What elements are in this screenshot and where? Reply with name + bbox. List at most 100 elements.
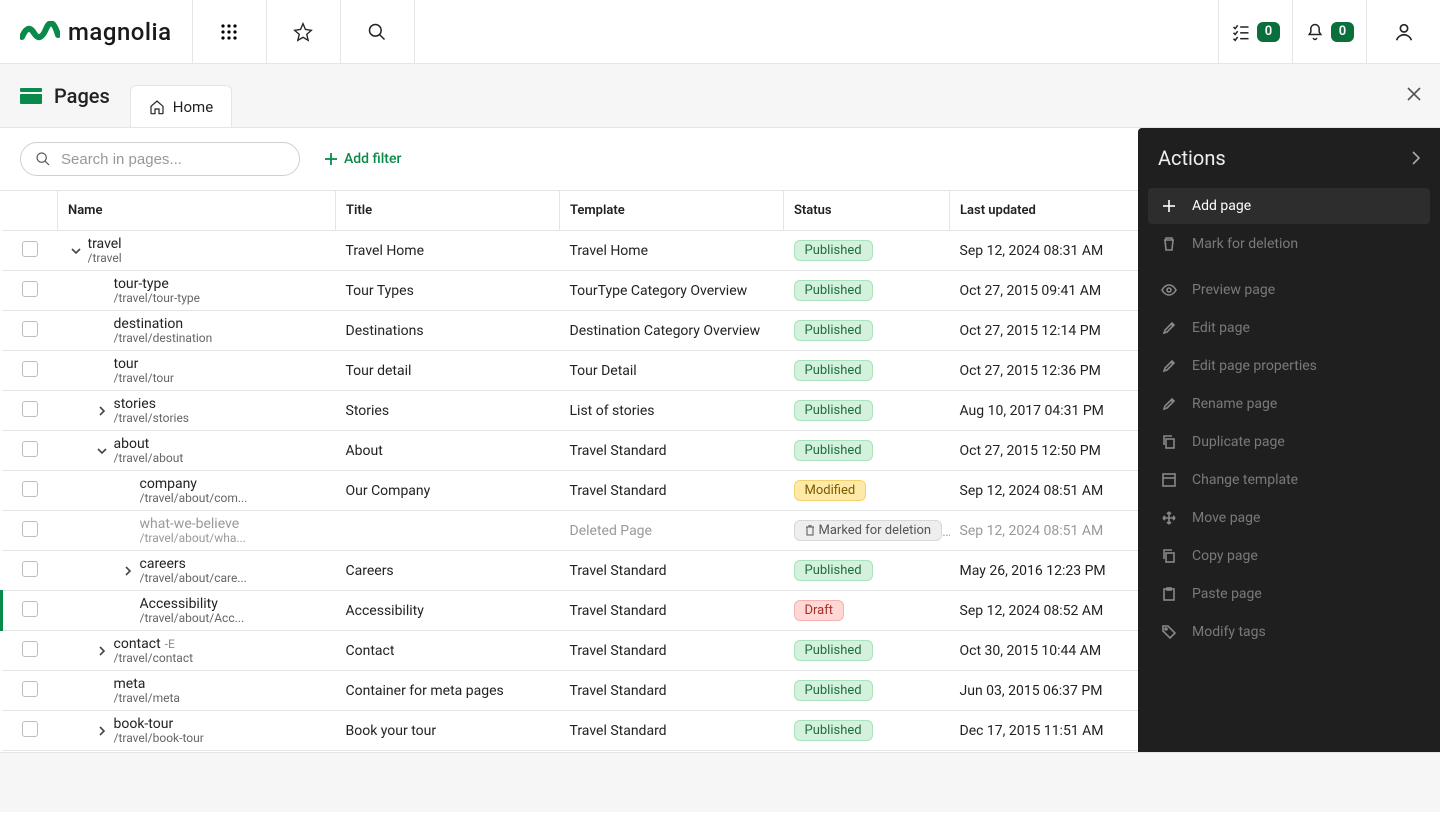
row-checkbox[interactable] [22, 601, 38, 617]
row-checkbox[interactable] [22, 561, 38, 577]
close-app-button[interactable] [1406, 86, 1422, 102]
tab-home[interactable]: Home [130, 85, 232, 127]
page-title: Contact [336, 631, 560, 671]
app-title-text: Pages [54, 84, 110, 108]
topbar: magnolia 0 [0, 0, 1440, 64]
page-updated: Oct 27, 2015 12:36 PM [950, 351, 1150, 391]
row-checkbox[interactable] [22, 321, 38, 337]
page-template: Travel Standard [560, 591, 784, 631]
page-path: /travel/book-tour [114, 732, 204, 746]
actions-title: Actions [1158, 146, 1226, 170]
eye-icon [1160, 283, 1178, 297]
page-name: stories [114, 396, 190, 412]
action-label: Move page [1192, 510, 1260, 526]
page-title: Book your tour [336, 711, 560, 751]
action-preview-page: Preview page [1148, 272, 1430, 308]
page-title: Accessibility [336, 591, 560, 631]
page-path: /travel/about/Acc... [140, 612, 245, 626]
page-title: About [336, 431, 560, 471]
page-path: /travel/contact [114, 652, 194, 666]
page-updated: Sep 12, 2024 08:51 AM [950, 511, 1150, 551]
brand-logo[interactable]: magnolia [0, 0, 193, 63]
page-template: TourType Category Overview [560, 271, 784, 311]
app-header: Pages Home [0, 64, 1440, 128]
page-path: /travel/meta [114, 692, 180, 706]
row-checkbox[interactable] [22, 521, 38, 537]
expand-toggle[interactable] [94, 645, 110, 657]
page-updated: Oct 30, 2015 10:44 AM [950, 631, 1150, 671]
notifications-count: 0 [1331, 22, 1354, 42]
search-input[interactable] [61, 151, 285, 168]
row-checkbox[interactable] [22, 361, 38, 377]
add-filter-button[interactable]: Add filter [324, 151, 401, 167]
page-name: tour [114, 356, 174, 372]
page-name: what-we-believe [140, 516, 246, 532]
status-badge: Published [794, 440, 873, 461]
row-checkbox[interactable] [22, 721, 38, 737]
expand-toggle[interactable] [94, 405, 110, 417]
brand-text: magnolia [68, 18, 172, 46]
status-badge: Published [794, 320, 873, 341]
action-label: Edit page properties [1192, 358, 1317, 374]
expand-toggle[interactable] [68, 245, 84, 257]
add-filter-label: Add filter [344, 151, 401, 167]
page-title: Tour detail [336, 351, 560, 391]
expand-toggle[interactable] [94, 725, 110, 737]
status-bar [0, 752, 1440, 812]
status-badge: Modified [794, 480, 867, 501]
row-checkbox[interactable] [22, 241, 38, 257]
actions-header[interactable]: Actions [1138, 128, 1440, 184]
page-updated: Sep 12, 2024 08:31 AM [950, 231, 1150, 271]
magnolia-wave-icon [20, 21, 60, 43]
col-title[interactable]: Title [336, 191, 560, 231]
copy-icon [1160, 435, 1178, 449]
app-launcher-button[interactable] [193, 0, 267, 63]
col-status[interactable]: Status [784, 191, 950, 231]
page-template: Travel Standard [560, 631, 784, 671]
row-checkbox[interactable] [22, 641, 38, 657]
col-template[interactable]: Template [560, 191, 784, 231]
page-title [336, 511, 560, 551]
page-updated: May 26, 2016 12:23 PM [950, 551, 1150, 591]
notifications-button[interactable]: 0 [1292, 0, 1366, 63]
page-path: /travel/about/wha... [140, 532, 246, 546]
page-name: contact-E [114, 636, 194, 652]
col-checkbox [2, 191, 58, 231]
action-label: Rename page [1192, 396, 1277, 412]
profile-button[interactable] [1366, 0, 1440, 63]
tasks-button[interactable]: 0 [1218, 0, 1292, 63]
col-updated[interactable]: Last updated [950, 191, 1150, 231]
page-updated: Dec 17, 2015 11:51 AM [950, 711, 1150, 751]
page-template: Travel Standard [560, 471, 784, 511]
expand-toggle[interactable] [94, 445, 110, 457]
favorites-button[interactable] [267, 0, 341, 63]
action-label: Mark for deletion [1192, 236, 1298, 252]
search-icon [35, 151, 51, 167]
page-path: /travel/about [114, 452, 184, 466]
page-title: Careers [336, 551, 560, 591]
checklist-icon [1231, 22, 1251, 42]
tasks-count: 0 [1257, 22, 1280, 42]
page-template: Travel Standard [560, 431, 784, 471]
action-label: Preview page [1192, 282, 1275, 298]
action-label: Change template [1192, 472, 1298, 488]
action-mark-for-deletion: Mark for deletion [1148, 226, 1430, 262]
move-icon [1160, 511, 1178, 525]
page-name: careers [140, 556, 247, 572]
row-checkbox[interactable] [22, 441, 38, 457]
col-name[interactable]: Name [58, 191, 336, 231]
page-updated: Sep 12, 2024 08:52 AM [950, 591, 1150, 631]
page-template: Travel Home [560, 231, 784, 271]
row-checkbox[interactable] [22, 281, 38, 297]
plus-icon [1160, 199, 1178, 213]
search-field[interactable] [20, 142, 300, 176]
action-label: Add page [1192, 198, 1251, 214]
row-checkbox[interactable] [22, 681, 38, 697]
row-checkbox[interactable] [22, 481, 38, 497]
row-checkbox[interactable] [22, 401, 38, 417]
find-button[interactable] [341, 0, 415, 63]
page-template: Tour Detail [560, 351, 784, 391]
page-name: travel [88, 236, 122, 252]
action-add-page[interactable]: Add page [1148, 188, 1430, 224]
expand-toggle[interactable] [120, 565, 136, 577]
